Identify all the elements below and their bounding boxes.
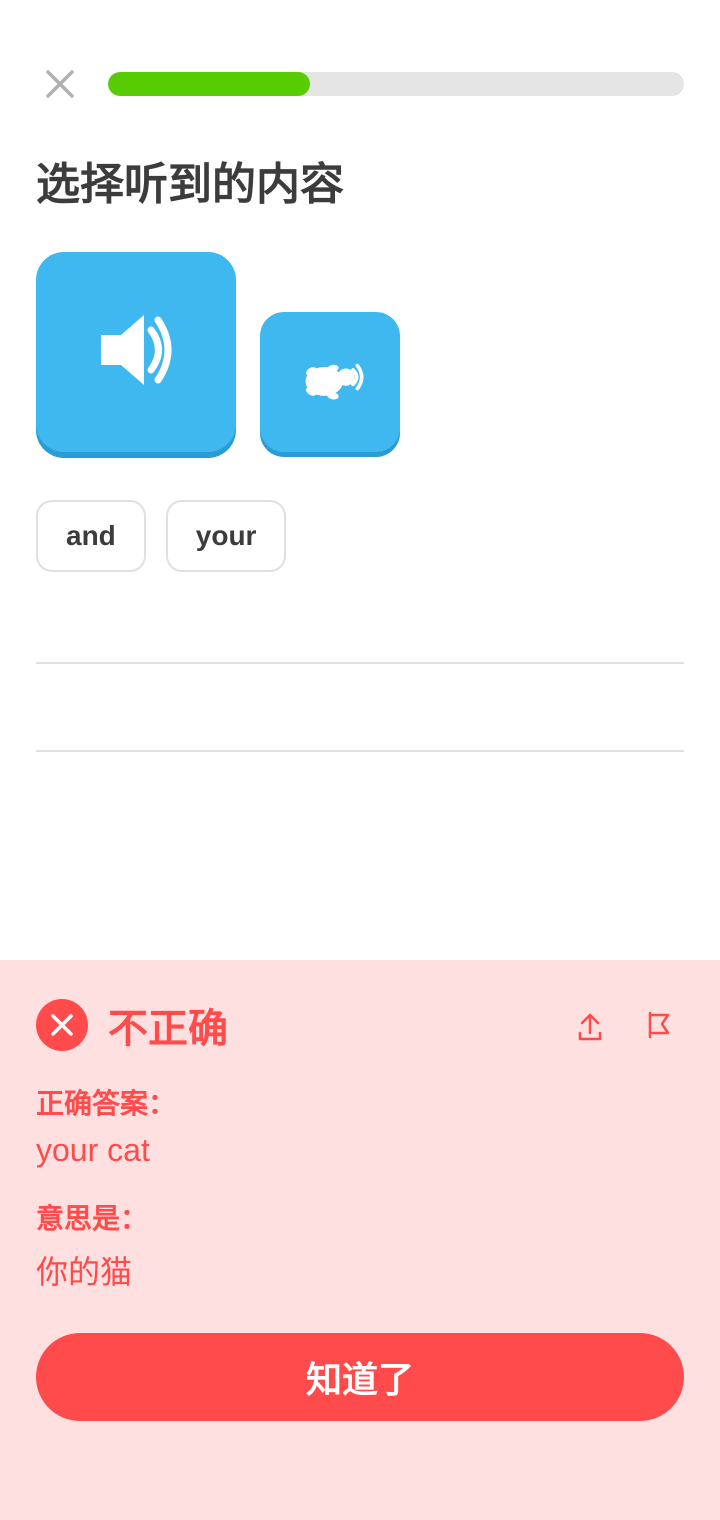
header (0, 0, 720, 132)
answer-line-2 (36, 680, 684, 752)
error-icon (36, 999, 88, 1051)
page-title: 选择听到的内容 (0, 132, 720, 252)
meaning-value: 你的猫 (36, 1247, 684, 1293)
play-slow-button[interactable] (260, 312, 400, 452)
close-button[interactable] (36, 60, 84, 108)
correct-answer-value: your cat (36, 1132, 684, 1169)
correct-answer-label: 正确答案： (36, 1082, 684, 1122)
feedback-title-group: 不正确 (36, 996, 228, 1054)
got-it-button[interactable]: 知道了 (36, 1333, 684, 1421)
feedback-actions (564, 999, 684, 1051)
progress-bar-container (108, 72, 684, 96)
word-choices-area: and your (0, 500, 720, 572)
audio-buttons-area (0, 252, 720, 452)
play-normal-button[interactable] (36, 252, 236, 452)
share-button[interactable] (564, 999, 616, 1051)
turtle-speaker-icon (294, 344, 366, 421)
feedback-header: 不正确 (36, 996, 684, 1054)
feedback-panel: 不正确 正确答案： your cat 意思是： 你的猫 知道了 (0, 960, 720, 1520)
word-chip-your[interactable]: your (166, 500, 287, 572)
feedback-status-label: 不正确 (108, 996, 228, 1054)
progress-bar-fill (108, 72, 310, 96)
flag-button[interactable] (632, 999, 684, 1051)
answer-line-1 (36, 592, 684, 664)
speaker-normal-icon (86, 300, 186, 405)
word-chip-and[interactable]: and (36, 500, 146, 572)
meaning-label: 意思是： (36, 1197, 684, 1237)
